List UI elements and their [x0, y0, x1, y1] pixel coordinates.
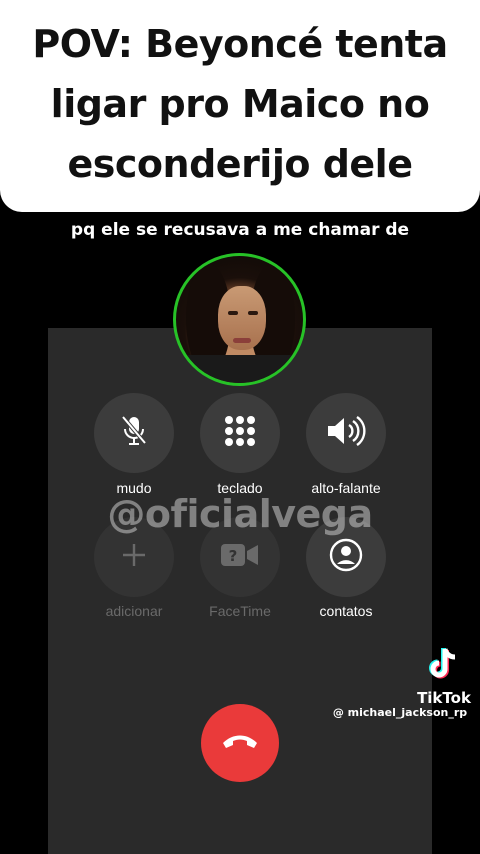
tiktok-icon [427, 648, 461, 686]
tiktok-brand: TikTok [417, 689, 471, 707]
facetime-label: FaceTime [209, 603, 271, 619]
mute-button[interactable] [94, 393, 174, 473]
speaker-button[interactable] [306, 393, 386, 473]
watermark-text: @oficialvega [107, 492, 373, 536]
facetime-icon: ? [220, 542, 260, 573]
tiktok-logo: TikTok [404, 646, 480, 707]
keypad-icon [223, 414, 257, 453]
tiktok-handle: @ michael_jackson_rp [332, 706, 468, 719]
caption-text: pq ele se recusava a me chamar de [70, 220, 410, 240]
title-card: POV: Beyoncé tenta ligar pro Maico no es… [0, 0, 480, 212]
speaker-icon [326, 415, 366, 452]
mic-off-icon [119, 414, 149, 453]
end-call-button[interactable] [201, 704, 279, 782]
contacts-icon [329, 538, 363, 577]
add-call-label: adicionar [105, 603, 163, 619]
title-text: POV: Beyoncé tenta ligar pro Maico no es… [32, 22, 448, 186]
svg-text:?: ? [229, 547, 238, 565]
contacts-label: contatos [319, 603, 373, 619]
plus-icon [120, 541, 148, 574]
caller-avatar [173, 253, 306, 386]
end-call-icon [220, 731, 260, 756]
keypad-button[interactable] [200, 393, 280, 473]
